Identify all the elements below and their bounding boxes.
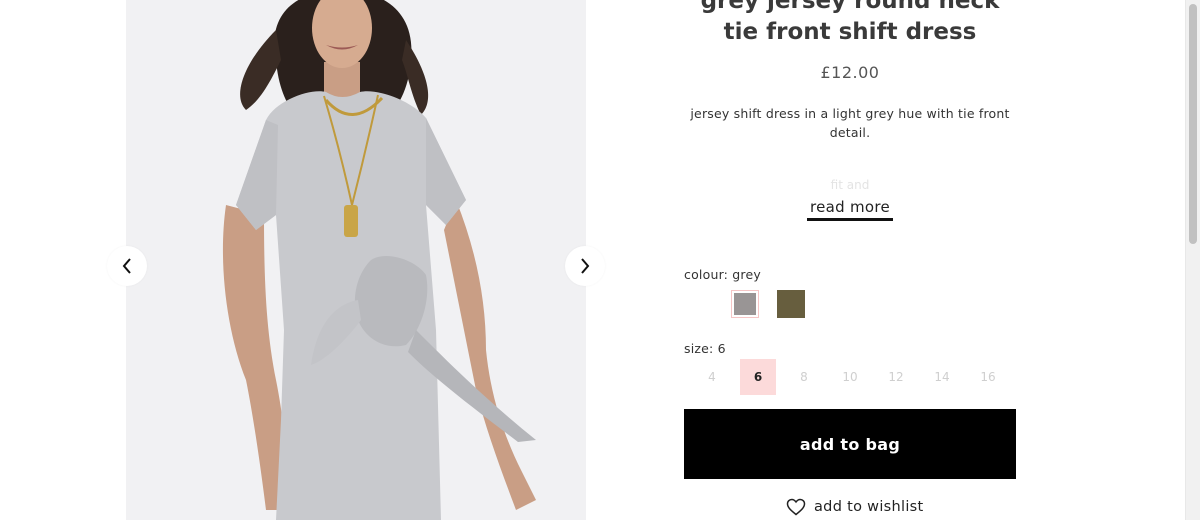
next-image-button[interactable] [565,246,605,286]
size-option-16[interactable]: 16 [970,359,1006,395]
add-to-wishlist-button[interactable]: add to wishlist [786,496,924,518]
swatch-fill [734,293,756,315]
colour-swatch-grey[interactable] [731,290,759,318]
product-title: grey jersey round neck tie front shift d… [700,0,1000,45]
size-option-6[interactable]: 6 [740,359,776,395]
size-selector: 4 6 8 10 12 14 16 [694,359,1014,395]
size-option-4[interactable]: 4 [694,359,730,395]
chevron-right-icon [581,258,590,274]
swatch-fill [777,290,805,318]
size-option-14[interactable]: 14 [924,359,960,395]
product-price: £12.00 [820,63,880,82]
product-description: jersey shift dress in a light grey hue w… [690,106,1010,140]
read-more-link[interactable]: read more [807,198,893,221]
size-option-8[interactable]: 8 [786,359,822,395]
size-label: size: 6 [684,341,726,356]
description-faded-text: fit and [830,178,870,192]
colour-swatch-khaki[interactable] [777,290,805,318]
size-option-10[interactable]: 10 [832,359,868,395]
size-option-12[interactable]: 12 [878,359,914,395]
colour-label: colour: grey [684,267,761,282]
previous-image-button[interactable] [107,246,147,286]
product-image [126,0,586,520]
scrollbar-thumb[interactable] [1189,4,1197,244]
add-to-bag-button[interactable]: add to bag [684,409,1016,479]
heart-icon [786,498,806,516]
wishlist-label: add to wishlist [814,499,924,515]
model-photo [222,0,536,520]
page-scrollbar[interactable] [1185,0,1200,520]
chevron-left-icon [122,258,131,274]
